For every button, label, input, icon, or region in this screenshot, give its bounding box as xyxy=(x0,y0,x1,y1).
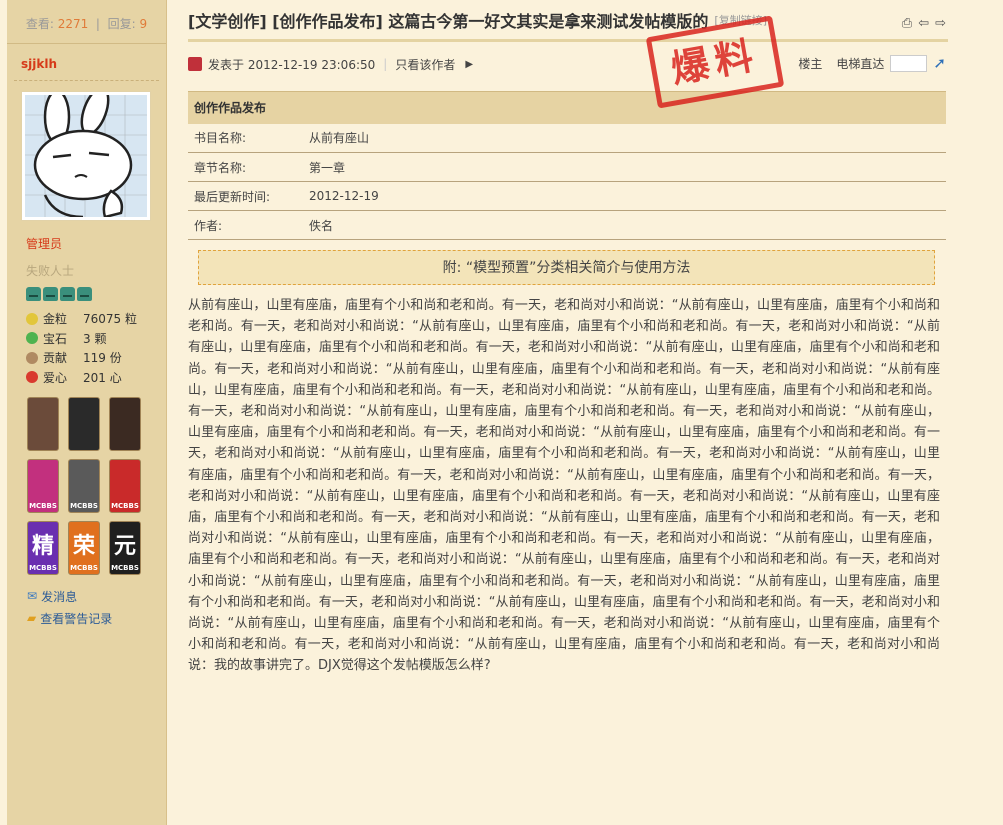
medal-honor-icon[interactable]: 荣 MCBBS xyxy=(68,521,100,575)
thread-header: [文学创作] [创作作品发布] 这篇古今第一好文其实是拿来测试发帖模版的 [复制… xyxy=(188,0,948,42)
medal-ring-icon[interactable] xyxy=(109,397,141,451)
send-message-label: 发消息 xyxy=(41,589,78,604)
user-title: 失败人士 xyxy=(26,264,75,278)
medal-grid: MCBBS MCBBS MCBBS 精 MCBBS 荣 MCBBS 元 MCBBS xyxy=(27,397,166,575)
prop-love: 爱心 201 心 xyxy=(26,368,166,388)
prop-label: 贡献 xyxy=(43,351,68,366)
user-group[interactable]: 管理员 xyxy=(26,235,166,252)
gem-icon xyxy=(26,332,38,345)
contribution-icon xyxy=(26,351,38,364)
prop-contribution: 贡献 119 份 xyxy=(26,348,166,368)
notice-link[interactable]: 附: “模型预置”分类相关简介与使用方法 xyxy=(198,250,935,285)
floor-label: 楼主 xyxy=(798,56,823,71)
medal-wiki-icon[interactable]: MCBBS xyxy=(68,459,100,513)
views-label: 查看: xyxy=(25,17,54,31)
prev-thread-icon[interactable]: ⇦ xyxy=(918,16,929,31)
thread-title: [文学创作] [创作作品发布] 这篇古今第一好文其实是拿来测试发帖模版的 xyxy=(188,11,709,31)
floor-jump-input[interactable] xyxy=(890,54,928,72)
triangle-right-icon: ▶ xyxy=(465,58,474,70)
post-meta: 发表于 2012-12-19 23:06:50 | 只看该作者 ▶ 楼主 电梯直… xyxy=(188,42,948,86)
medal-elite-icon[interactable]: 精 MCBBS xyxy=(27,521,59,575)
prop-value: 201 心 xyxy=(83,370,122,385)
avatar[interactable] xyxy=(21,91,151,221)
envelope-icon: ✉ xyxy=(27,589,38,603)
warning-card-icon: ▰ xyxy=(27,611,37,625)
medal-character-icon[interactable]: MCBBS xyxy=(27,459,59,513)
prop-label: 爱心 xyxy=(43,370,68,385)
jump-label: 电梯直达 xyxy=(836,56,885,71)
prop-value: 76075 粒 xyxy=(83,312,137,327)
prop-label: 金粒 xyxy=(43,312,68,327)
send-message-link[interactable]: ✉ 发消息 xyxy=(27,585,166,607)
table-row: 最后更新时间: 2012-12-19 xyxy=(188,181,946,211)
heart-icon xyxy=(26,371,38,384)
divider xyxy=(14,80,159,81)
prop-label: 宝石 xyxy=(43,331,68,346)
rabbit-avatar-image xyxy=(25,95,147,217)
views-count: 2271 xyxy=(57,17,89,31)
prop-value: 3 颗 xyxy=(83,331,107,346)
only-author-link[interactable]: 只看该作者 xyxy=(395,56,455,73)
table-title: 创作作品发布 xyxy=(188,91,946,124)
replies-count: 9 xyxy=(139,17,148,31)
rank-stars-icon xyxy=(26,287,166,303)
floor-tools: 楼主 电梯直达 ➚ xyxy=(798,54,946,72)
next-thread-icon[interactable]: ⇨ xyxy=(935,16,946,31)
prop-value: 119 份 xyxy=(83,351,122,366)
medal-villager-icon[interactable] xyxy=(27,397,59,451)
medal-logo-icon[interactable]: MCBBS xyxy=(109,459,141,513)
table-row: 作者: 佚名 xyxy=(188,210,946,240)
post-body: 从前有座山，山里有座庙，庙里有个小和尚和老和尚。有一天，老和尚对小和尚说：“从前… xyxy=(188,298,940,674)
user-props: 金粒 76075 粒 宝石 3 颗 贡献 119 份 爱心 201 心 xyxy=(7,309,166,387)
go-arrow-icon[interactable]: ➚ xyxy=(933,54,946,72)
table-row: 章节名称: 第一章 xyxy=(188,152,946,182)
divider: | xyxy=(383,57,388,71)
thread-stats: 查看: 2271 | 回复: 9 xyxy=(7,0,166,44)
prop-gold: 金粒 76075 粒 xyxy=(26,309,166,329)
post-main: [文学创作] [创作作品发布] 这篇古今第一好文其实是拿来测试发帖模版的 [复制… xyxy=(188,0,948,677)
title-tools: ⎙ ⇦ ⇨ xyxy=(902,16,946,31)
warning-record-label: 查看警告记录 xyxy=(40,611,113,626)
replies-label: 回复: xyxy=(107,17,136,31)
medal-enderman-icon[interactable] xyxy=(68,397,100,451)
author-sidebar: 查看: 2271 | 回复: 9 sjjklh 管理员 失败人士 金粒 7607… xyxy=(7,0,167,825)
print-icon[interactable]: ⎙ xyxy=(902,16,912,31)
warning-record-link[interactable]: ▰ 查看警告记录 xyxy=(27,607,166,629)
gold-icon xyxy=(26,312,38,325)
medal-yuan-icon[interactable]: 元 MCBBS xyxy=(109,521,141,575)
prop-gem: 宝石 3 颗 xyxy=(26,329,166,349)
post-author-icon xyxy=(188,57,202,71)
author-name[interactable]: sjjklh xyxy=(7,44,166,80)
table-row: 书目名称: 从前有座山 xyxy=(188,123,946,153)
info-table: 创作作品发布 书目名称: 从前有座山 章节名称: 第一章 最后更新时间: 2012-1… xyxy=(188,91,946,240)
post-time: 发表于 2012-12-19 23:06:50 xyxy=(208,57,376,72)
